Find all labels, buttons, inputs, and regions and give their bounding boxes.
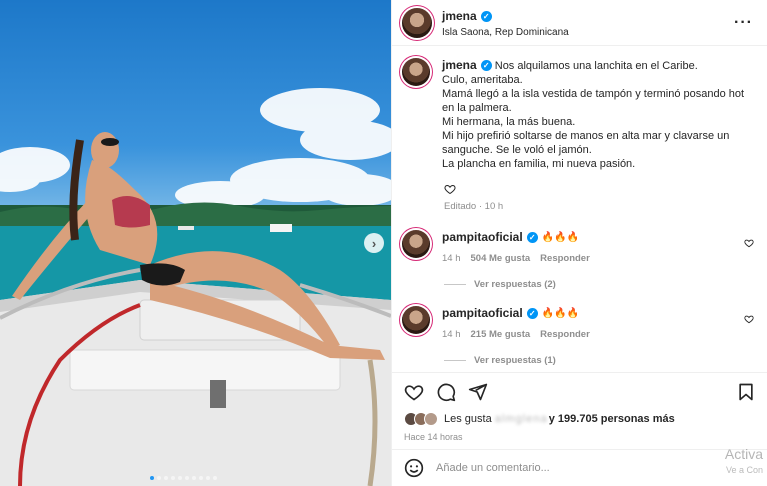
comment-like-icon[interactable] bbox=[744, 314, 754, 324]
caption-username[interactable]: jmena ✓ bbox=[442, 58, 492, 72]
carousel-dot bbox=[150, 476, 154, 480]
carousel-dot bbox=[199, 476, 203, 480]
author-username-text[interactable]: jmena bbox=[442, 9, 477, 23]
commenter-avatar[interactable] bbox=[402, 306, 430, 334]
comment-icon[interactable] bbox=[436, 382, 456, 402]
replies-divider bbox=[444, 284, 466, 285]
post-photo[interactable]: › bbox=[0, 0, 391, 486]
likes-count[interactable]: y 199.705 personas más bbox=[549, 413, 675, 425]
caption-line: Mi hermana, la más buena. bbox=[442, 116, 576, 128]
photo-illustration bbox=[0, 88, 391, 486]
view-replies-label[interactable]: Ver respuestas (2) bbox=[474, 279, 556, 290]
comment-time[interactable]: 14 h bbox=[442, 329, 461, 340]
caption-line: Nos alquilamos una lanchita en el Caribe… bbox=[494, 60, 698, 72]
likes-summary[interactable]: Les gusta a l m g l e n a y 199.705 pers… bbox=[404, 412, 675, 426]
reply-button[interactable]: Responder bbox=[540, 329, 590, 340]
carousel-dot bbox=[171, 476, 175, 480]
comment-time[interactable]: 14 h bbox=[442, 253, 461, 264]
carousel-dot bbox=[157, 476, 161, 480]
replies-divider bbox=[444, 360, 466, 361]
reply-button[interactable]: Responder bbox=[540, 253, 590, 264]
post-actions-bar bbox=[392, 372, 767, 410]
view-replies-label[interactable]: Ver respuestas (1) bbox=[474, 355, 556, 366]
more-options-button[interactable]: ··· bbox=[734, 14, 753, 32]
send-icon[interactable] bbox=[468, 382, 488, 402]
comment-input[interactable] bbox=[436, 462, 756, 474]
post-side-panel: jmena ✓ Isla Saona, Rep Dominicana ··· j… bbox=[391, 0, 767, 486]
post-caption: jmena ✓ Nos alquilamos una lanchita en e… bbox=[392, 46, 767, 171]
carousel-dots bbox=[150, 476, 217, 480]
comment-text: 🔥🔥🔥 bbox=[541, 231, 580, 243]
carousel-dot bbox=[178, 476, 182, 480]
heart-icon[interactable] bbox=[404, 382, 424, 402]
liker-name-blurred[interactable]: a l m g l e n a bbox=[495, 413, 547, 425]
carousel-dot bbox=[185, 476, 189, 480]
caption-line: Mi hijo prefirió soltarse de manos en al… bbox=[442, 130, 730, 142]
caption-line: Mamá llegó a la isla vestida de tampón y… bbox=[442, 88, 745, 100]
comment-item: pampitaoficial ✓ 🔥🔥🔥 14 h 504 Me gusta R… bbox=[402, 230, 758, 264]
caption-line: en la palmera. bbox=[442, 102, 512, 114]
commenter-username[interactable]: pampitaoficial ✓ bbox=[442, 230, 538, 244]
post-timestamp[interactable]: Hace 14 horas bbox=[404, 432, 463, 442]
author-avatar[interactable] bbox=[402, 7, 432, 38]
likes-prefix: Les gusta bbox=[444, 413, 492, 425]
post-header: jmena ✓ Isla Saona, Rep Dominicana ··· bbox=[392, 0, 767, 46]
post-location[interactable]: Isla Saona, Rep Dominicana bbox=[442, 27, 734, 38]
caption-author-avatar[interactable] bbox=[402, 58, 430, 86]
caption-line: Culo, ameritaba. bbox=[442, 74, 523, 86]
carousel-next-button[interactable]: › bbox=[364, 233, 384, 253]
commenter-username-text[interactable]: pampitaoficial bbox=[442, 230, 523, 244]
carousel-dot bbox=[192, 476, 196, 480]
chevron-right-icon: › bbox=[371, 235, 377, 251]
commenter-username[interactable]: pampitaoficial ✓ bbox=[442, 306, 538, 320]
caption-line: sanguche. Se le voló el jamón. bbox=[442, 144, 592, 156]
comment-text: 🔥🔥🔥 bbox=[541, 307, 580, 319]
edited-meta: Editado · 10 h bbox=[444, 201, 504, 212]
caption-like-icon[interactable] bbox=[444, 183, 456, 195]
caption-username-text[interactable]: jmena bbox=[442, 58, 477, 72]
commenter-avatar[interactable] bbox=[402, 230, 430, 258]
more-horizontal-icon: ··· bbox=[734, 13, 753, 31]
comment-likes[interactable]: 215 Me gusta bbox=[471, 329, 531, 340]
author-username[interactable]: jmena ✓ bbox=[442, 9, 492, 23]
verified-badge-icon: ✓ bbox=[480, 59, 492, 71]
comment-item: pampitaoficial ✓ 🔥🔥🔥 14 h 215 Me gusta R… bbox=[402, 306, 758, 340]
liker-avatar bbox=[424, 412, 438, 426]
verified-badge-icon: ✓ bbox=[526, 231, 538, 243]
liker-avatars bbox=[404, 412, 438, 426]
carousel-dot bbox=[164, 476, 168, 480]
commenter-username-text[interactable]: pampitaoficial bbox=[442, 306, 523, 320]
verified-badge-icon: ✓ bbox=[526, 307, 538, 319]
carousel-dot bbox=[206, 476, 210, 480]
carousel-dot bbox=[213, 476, 217, 480]
view-replies-button[interactable]: Ver respuestas (1) bbox=[444, 355, 556, 366]
comment-likes[interactable]: 504 Me gusta bbox=[471, 253, 531, 264]
add-comment-bar bbox=[392, 449, 767, 486]
verified-badge-icon: ✓ bbox=[480, 10, 492, 22]
view-replies-button[interactable]: Ver respuestas (2) bbox=[444, 279, 556, 290]
emoji-icon[interactable] bbox=[404, 458, 424, 478]
comment-like-icon[interactable] bbox=[744, 238, 754, 248]
caption-line: La plancha en familia, mi nueva pasión. bbox=[442, 158, 636, 170]
bookmark-icon[interactable] bbox=[736, 382, 756, 402]
